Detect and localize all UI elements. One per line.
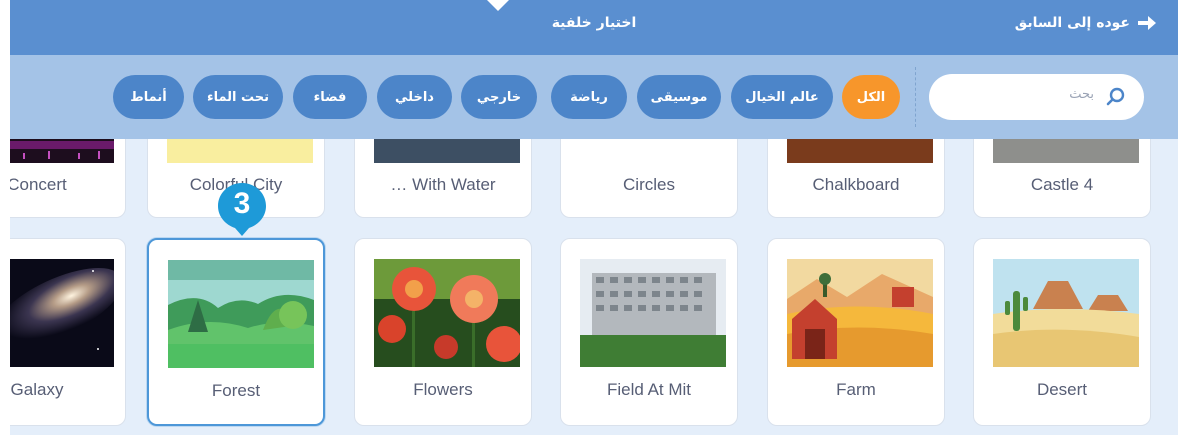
backdrop-name: Galaxy [10,380,64,399]
search-icon [1106,87,1126,107]
category-music[interactable]: موسيقى [637,75,721,119]
page-title: اختيار خلفية [551,15,637,31]
pointer-triangle [487,0,509,11]
backdrop-name: Castle 4 [1030,175,1094,194]
backdrop-name: Forest [211,381,261,400]
backdrop-card-galaxy[interactable]: Galaxy [10,238,126,426]
farm-thumbnail [787,259,933,367]
backdrop-library: Concert Colorful City … With Water Circl… [10,0,1178,435]
backdrop-name: Flowers [413,380,473,399]
backdrop-name: Field At Mit [606,380,692,399]
backdrop-name: Farm [836,380,876,399]
category-patterns[interactable]: أنماط [113,75,184,119]
backdrop-name: Chalkboard [812,175,900,194]
galaxy-thumbnail [10,259,114,367]
search-box[interactable] [929,74,1144,120]
field-at-mit-thumbnail [580,259,726,367]
backdrop-name: … With Water [390,175,496,194]
flowers-thumbnail [374,259,520,367]
backdrop-name: Desert [1036,380,1088,399]
step-number: 3 [233,187,251,220]
backdrop-name: Circles [623,175,675,194]
search-input[interactable] [942,86,1096,103]
desert-thumbnail [993,259,1139,367]
library-header: اختيار خلفية عوده إلى السابق [10,0,1178,55]
backdrop-card-forest[interactable]: Forest [147,238,325,426]
category-outdoors[interactable]: خارجي [461,75,537,119]
backdrop-card-flowers[interactable]: Flowers [354,238,532,426]
category-underwater[interactable]: تحت الماء [193,75,283,119]
category-indoors[interactable]: داخلي [377,75,452,119]
backdrop-card-desert[interactable]: Desert [973,238,1151,426]
backdrop-card-field-at-mit[interactable]: Field At Mit [560,238,738,426]
filter-bar: الكل عالم الخيال موسيقى رياضة خارجي داخل… [10,55,1178,139]
back-label: عوده إلى السابق [1014,15,1130,31]
backdrop-name: Concert [10,175,67,194]
category-all[interactable]: الكل [842,75,900,119]
step-callout-badge: 3 [216,181,268,236]
category-fantasy[interactable]: عالم الخيال [731,75,833,119]
filter-divider [915,67,916,127]
arrow-right-icon [1138,16,1156,30]
category-space[interactable]: فضاء [293,75,367,119]
backdrop-card-farm[interactable]: Farm [767,238,945,426]
back-button[interactable]: عوده إلى السابق [1015,15,1156,31]
forest-thumbnail [168,260,314,368]
category-sports[interactable]: رياضة [551,75,627,119]
